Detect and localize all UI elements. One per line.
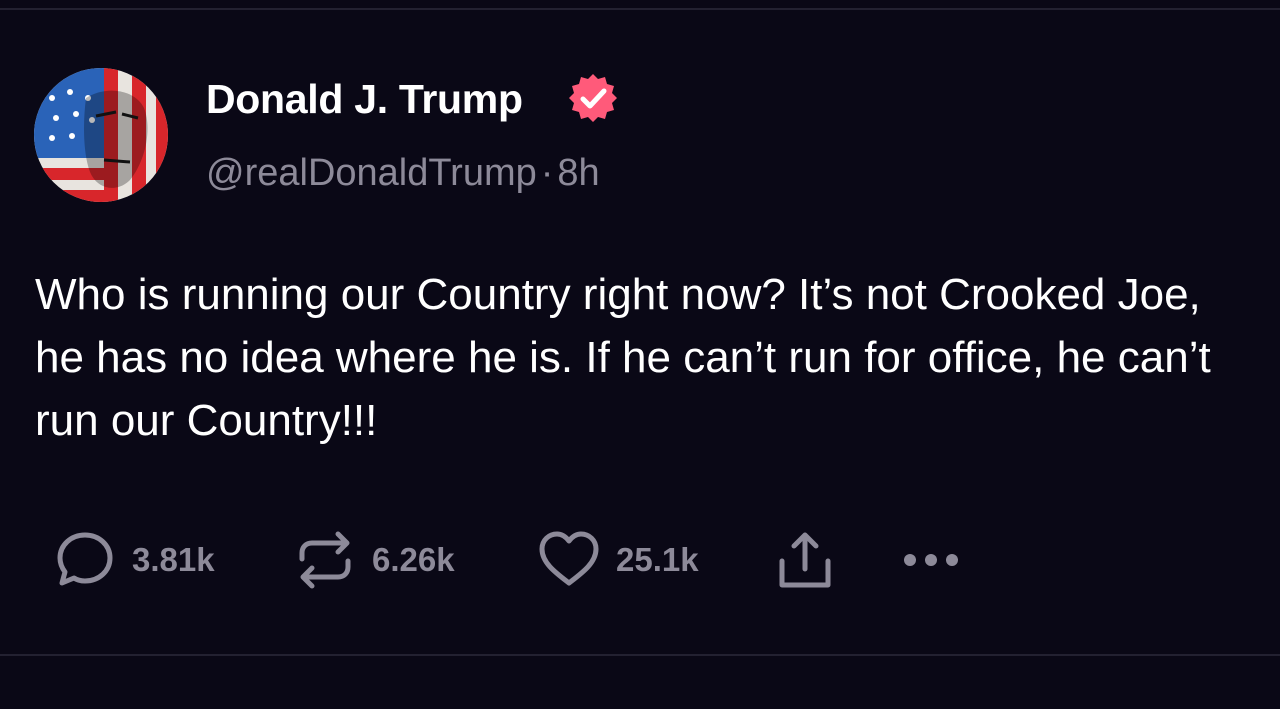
author-meta: @realDonaldTrump · 8h [206,152,600,195]
display-name[interactable]: Donald J. Trump [206,76,523,123]
bottom-divider [0,654,1280,656]
avatar[interactable] [34,68,168,202]
repost-count: 6.26k [372,541,455,578]
share-icon [779,532,831,588]
meta-separator: · [540,152,554,194]
repost-icon [299,531,351,589]
reply-icon [57,532,113,586]
post-text: Who is running our Country right now? It… [35,270,1211,445]
action-bar: 3.81k 6.26k 25.1k [0,520,1280,600]
reply-button[interactable]: 3.81k [52,520,215,600]
post-time[interactable]: 8h [557,152,599,194]
repost-button[interactable]: 6.26k [292,520,455,600]
reply-count: 3.81k [132,541,215,578]
share-button[interactable] [772,520,838,600]
flag-portrait-avatar-icon [34,68,168,202]
like-count: 25.1k [616,541,699,578]
heart-icon [539,531,599,586]
more-icon [904,554,958,566]
more-button[interactable] [898,520,964,600]
verified-badge-icon [569,74,617,122]
author-handle[interactable]: @realDonaldTrump [206,152,537,194]
post-card[interactable]: Donald J. Trump @realDonaldTrump · 8h Who … [0,10,1280,654]
like-button[interactable]: 25.1k [536,520,699,600]
